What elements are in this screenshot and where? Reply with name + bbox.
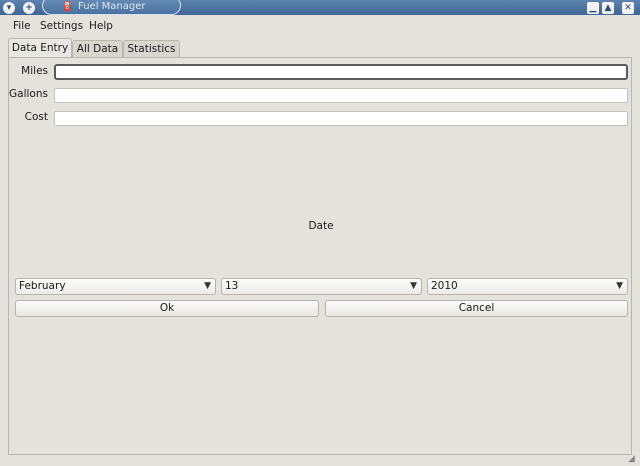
- close-icon[interactable]: ✕: [622, 2, 634, 14]
- tab-statistics[interactable]: Statistics: [123, 40, 180, 58]
- menu-settings[interactable]: Settings: [40, 20, 83, 32]
- ok-button[interactable]: Ok: [15, 300, 319, 317]
- pin-icon[interactable]: +: [23, 2, 35, 14]
- menu-bar: File Settings Help: [0, 15, 640, 36]
- gallons-label: Gallons: [9, 88, 48, 100]
- miles-input[interactable]: [56, 66, 626, 78]
- date-label: Date: [308, 220, 334, 232]
- day-value: 13: [225, 280, 239, 292]
- year-select[interactable]: 2010 ▼: [427, 278, 628, 295]
- chevron-down-icon: ▼: [410, 281, 417, 291]
- gallons-field[interactable]: [54, 88, 628, 103]
- cancel-button[interactable]: Cancel: [325, 300, 628, 317]
- miles-field[interactable]: [54, 64, 628, 80]
- year-value: 2010: [431, 280, 458, 292]
- cost-label: Cost: [24, 111, 48, 123]
- fuel-pump-icon: ⛽: [63, 2, 75, 12]
- menu-file[interactable]: File: [13, 20, 31, 32]
- tab-data-entry[interactable]: Data Entry: [8, 38, 72, 58]
- month-value: February: [19, 280, 66, 292]
- title-pill: ⛽ Fuel Manager: [42, 0, 181, 15]
- window-menu-icon[interactable]: ▾: [3, 2, 15, 14]
- resize-grip-icon[interactable]: ◢: [628, 454, 638, 464]
- chevron-down-icon: ▼: [204, 281, 211, 291]
- window-title: Fuel Manager: [78, 1, 146, 12]
- maximize-icon[interactable]: ▲: [602, 2, 614, 14]
- minimize-icon[interactable]: ▁: [587, 2, 599, 14]
- chevron-down-icon: ▼: [616, 281, 623, 291]
- miles-label: Miles: [21, 65, 48, 77]
- month-select[interactable]: February ▼: [15, 278, 216, 295]
- cost-input[interactable]: [55, 112, 627, 125]
- menu-help[interactable]: Help: [89, 20, 113, 32]
- day-select[interactable]: 13 ▼: [221, 278, 422, 295]
- tab-all-data[interactable]: All Data: [72, 40, 123, 58]
- main-window: File Settings Help Data Entry All Data S…: [0, 15, 640, 466]
- gallons-input[interactable]: [55, 89, 627, 102]
- window-titlebar[interactable]: ▾ + ⛽ Fuel Manager ▁ ▲ ✕: [0, 0, 640, 15]
- cost-field[interactable]: [54, 111, 628, 126]
